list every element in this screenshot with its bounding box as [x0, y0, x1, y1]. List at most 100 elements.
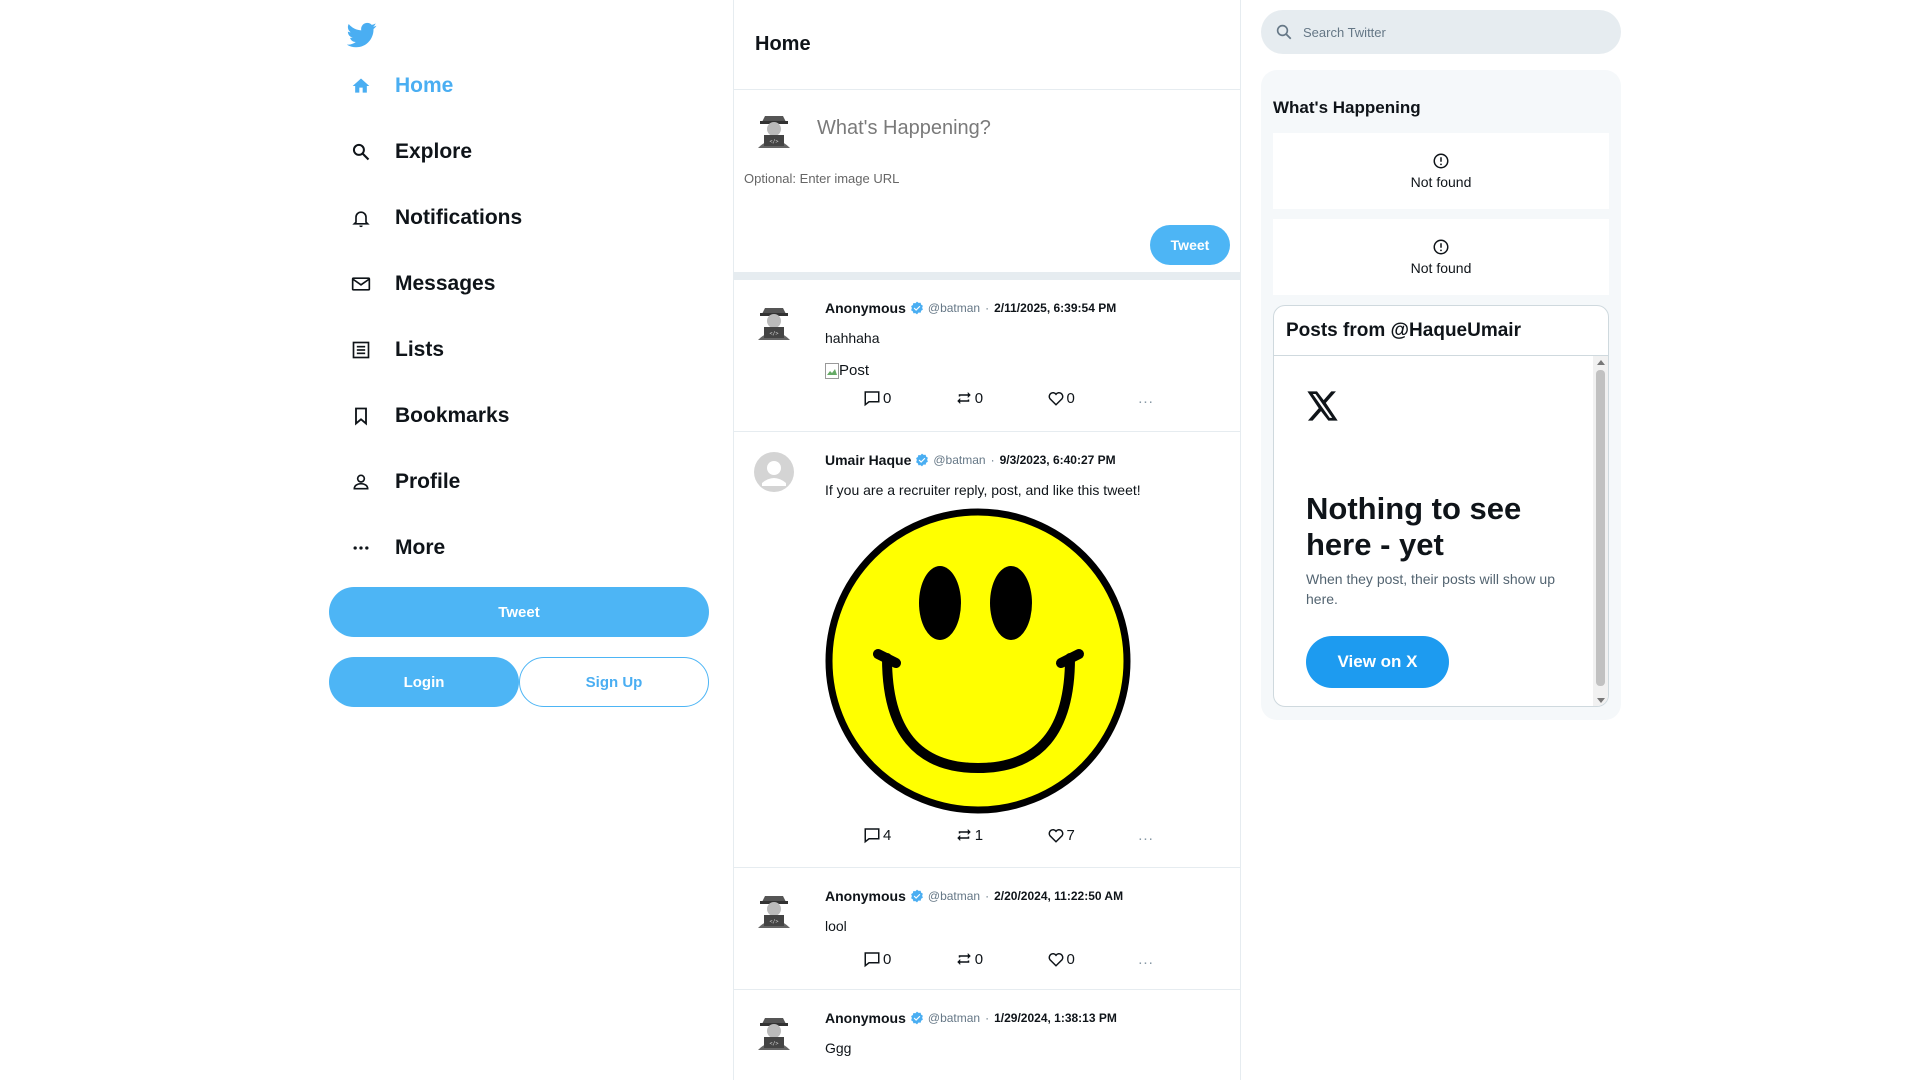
login-button[interactable]: Login: [329, 657, 519, 707]
more-options-button[interactable]: ...: [1138, 390, 1230, 407]
embed-body: Nothing to see here - yet When they post…: [1274, 356, 1608, 706]
verified-badge-icon: [916, 453, 929, 467]
broken-image-icon: [825, 362, 839, 379]
more-options-button[interactable]: ...: [1138, 827, 1230, 844]
bookmark-icon: [349, 404, 373, 428]
tweet-author-name[interactable]: Anonymous: [825, 1010, 906, 1026]
not-found-text: Not found: [1410, 174, 1472, 190]
feed-header: Home: [734, 0, 1240, 90]
sidebar-item-notifications[interactable]: Notifications: [349, 198, 629, 238]
reply-button[interactable]: 4: [863, 826, 955, 844]
like-count: 7: [1066, 826, 1075, 844]
sidebar-item-profile[interactable]: Profile: [349, 462, 629, 502]
tweet-actions: 4 1 7 ...: [825, 822, 1230, 848]
broken-image: Post: [825, 362, 1230, 379]
sidebar-item-lists[interactable]: Lists: [349, 330, 629, 370]
reply-icon: [864, 828, 880, 844]
tweet-text: Ggg: [825, 1040, 852, 1056]
embed-scrollbar[interactable]: [1593, 356, 1608, 706]
reply-icon: [864, 952, 880, 968]
person-icon: [349, 470, 373, 494]
retweet-button[interactable]: 1: [955, 826, 1047, 844]
tweet-text: lool: [825, 918, 847, 934]
reply-button[interactable]: 0: [863, 950, 955, 968]
search-input[interactable]: [1303, 24, 1593, 40]
svg-text:</>: </>: [769, 919, 778, 925]
like-button[interactable]: 0: [1047, 389, 1139, 407]
sidebar-item-label: More: [395, 536, 446, 559]
tweet-actions: 0 0 0 ...: [825, 946, 1230, 972]
retweet-button[interactable]: 0: [955, 389, 1047, 407]
like-button[interactable]: 7: [1047, 826, 1139, 844]
feed-column: Home </> Tweet </>: [733, 0, 1241, 1080]
home-icon: [349, 74, 373, 98]
reply-icon: [864, 391, 880, 407]
retweet-count: 0: [974, 389, 984, 407]
tweet-actions: 0 0 0 ...: [825, 385, 1230, 411]
like-button[interactable]: 0: [1047, 950, 1139, 968]
separator-dot: ·: [990, 453, 995, 467]
scrollbar-thumb[interactable]: [1596, 370, 1605, 686]
tweet-item[interactable]: Umair Haque @batman · 9/3/2023, 6:40:27 …: [734, 432, 1240, 868]
smiley-face-image[interactable]: [825, 508, 1131, 814]
reply-button[interactable]: 0: [863, 389, 955, 407]
trend-card[interactable]: Not found: [1273, 219, 1609, 295]
sidebar-item-label: Explore: [395, 140, 473, 163]
tweet-timestamp: 9/3/2023, 6:40:27 PM: [999, 453, 1116, 467]
separator-dot: ·: [985, 301, 990, 315]
tweet-author-name[interactable]: Anonymous: [825, 888, 906, 904]
heart-icon: [1048, 829, 1063, 843]
sidebar-item-label: Lists: [395, 338, 445, 361]
trend-card[interactable]: Not found: [1273, 133, 1609, 209]
search-box[interactable]: [1261, 10, 1621, 54]
whats-happening-title: What's Happening: [1273, 98, 1421, 117]
tweet-author-name[interactable]: Anonymous: [825, 300, 906, 316]
sidebar-item-label: Home: [395, 74, 454, 97]
page-title: Home: [755, 33, 811, 55]
more-dots-icon: [349, 536, 373, 560]
sidebar-item-more[interactable]: More: [349, 528, 629, 568]
reply-count: 0: [883, 389, 892, 407]
tweet-handle: @batman: [927, 301, 981, 315]
tweet-item[interactable]: </> Anonymous @batman · 2/20/2024, 11:22…: [734, 868, 1240, 990]
retweet-button[interactable]: 0: [955, 950, 1047, 968]
composer-tweet-button[interactable]: Tweet: [1150, 225, 1230, 265]
verified-badge-icon: [910, 1011, 923, 1025]
sidebar-item-explore[interactable]: Explore: [349, 132, 629, 172]
sign-up-button[interactable]: Sign Up: [519, 657, 709, 707]
svg-text:</>: </>: [769, 1041, 778, 1047]
avatar: [754, 452, 794, 497]
separator-dot: ·: [985, 1011, 990, 1025]
sidebar-tweet-button[interactable]: Tweet: [329, 587, 709, 637]
tweet-item[interactable]: </> Anonymous @batman · 1/29/2024, 1:38:…: [734, 990, 1240, 1080]
svg-text:</>: </>: [769, 331, 778, 337]
retweet-icon: [957, 953, 971, 965]
search-icon: [1276, 24, 1292, 40]
image-url-input[interactable]: [744, 171, 1044, 186]
sidebar-item-bookmarks[interactable]: Bookmarks: [349, 396, 629, 436]
tweet-item[interactable]: </> Anonymous @batman · 2/11/2025, 6:39:…: [734, 280, 1240, 432]
twitter-bird-icon[interactable]: [346, 20, 377, 50]
scroll-down-arrow-icon[interactable]: [1597, 698, 1605, 703]
tweet-author-name[interactable]: Umair Haque: [825, 452, 911, 468]
svg-text:</>: </>: [769, 139, 778, 145]
sidebar-item-label: Messages: [395, 272, 496, 295]
sidebar-item-messages[interactable]: Messages: [349, 264, 629, 304]
mail-icon: [349, 272, 373, 296]
sidebar-item-label: Notifications: [395, 206, 523, 229]
retweet-count: 1: [974, 826, 984, 844]
whats-happening-panel: What's Happening Not found Not found Pos…: [1261, 70, 1621, 720]
verified-badge-icon: [910, 889, 923, 903]
retweet-icon: [957, 392, 971, 404]
tweet-handle: @batman: [927, 889, 981, 903]
scroll-up-arrow-icon[interactable]: [1597, 360, 1605, 365]
tweet-text-input[interactable]: [817, 117, 1217, 140]
view-on-x-button[interactable]: View on X: [1306, 636, 1449, 688]
tweet-timestamp: 2/11/2025, 6:39:54 PM: [994, 301, 1117, 315]
search-icon: [349, 140, 373, 164]
embed-empty-heading: Nothing to see here - yet: [1306, 491, 1522, 562]
more-options-button[interactable]: ...: [1138, 951, 1230, 968]
tweet-text: If you are a recruiter reply, post, and …: [825, 482, 1141, 498]
embed-empty-subtext: When they post, their posts will show up…: [1306, 571, 1556, 607]
sidebar-item-home[interactable]: Home: [349, 66, 629, 106]
